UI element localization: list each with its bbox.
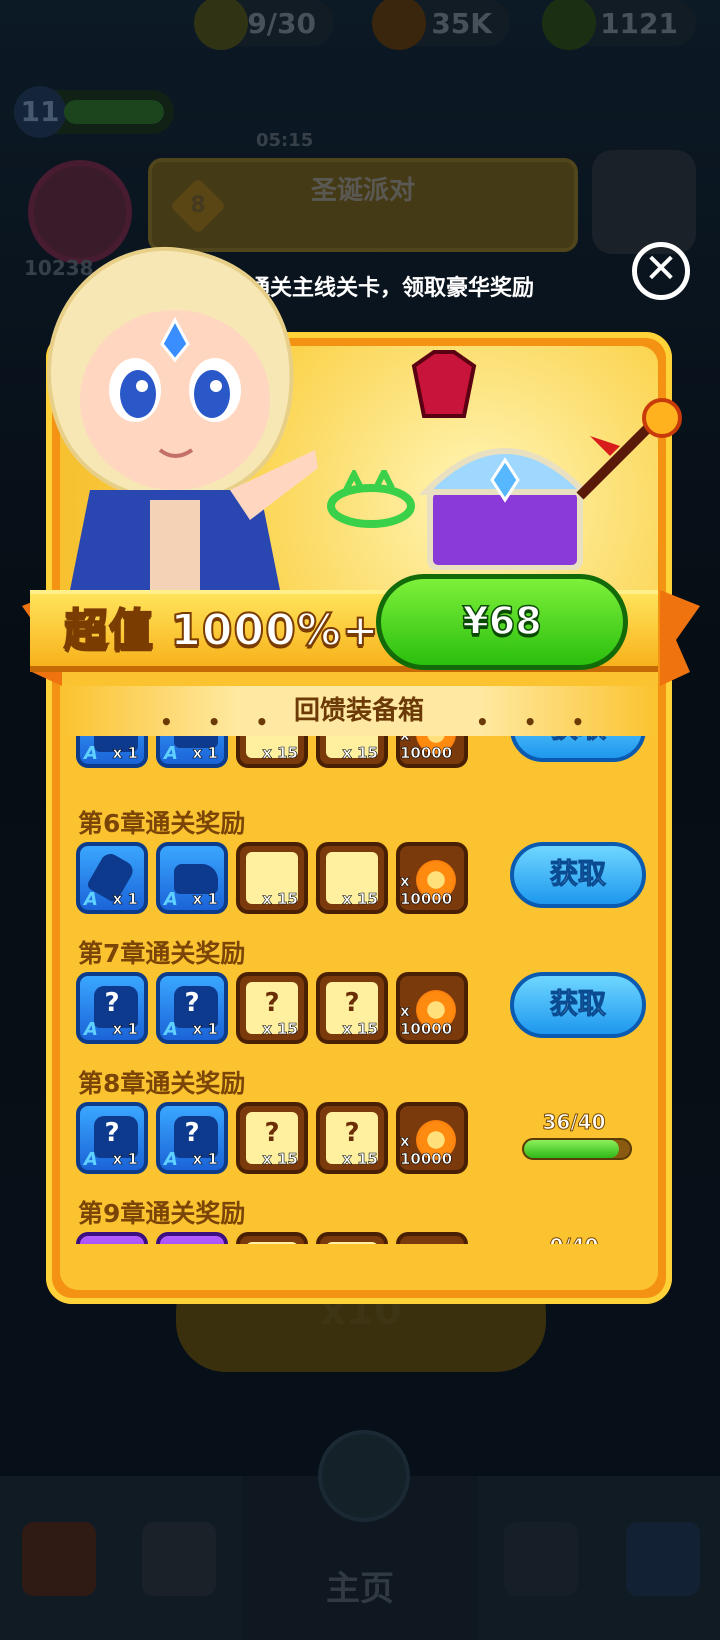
reward-row: ?Ax 1 Ax 1 x 15 x 15 x 10000 获取 bbox=[62, 736, 656, 778]
item-count: x 15 bbox=[342, 890, 378, 909]
section-dots-right: • • • bbox=[476, 710, 599, 734]
rank-tag: A bbox=[84, 889, 98, 910]
mystery-mark: ? bbox=[344, 1118, 360, 1148]
reward-item-coin[interactable]: x 10000 bbox=[396, 842, 468, 914]
reward-item-armor[interactable]: Ax 1 bbox=[156, 842, 228, 914]
item-count: x 1 bbox=[192, 744, 218, 763]
reward-list[interactable]: ?Ax 1 Ax 1 x 15 x 15 x 10000 获取 第6章通关奖励 … bbox=[62, 736, 656, 1244]
mystery-mark: ? bbox=[344, 988, 360, 1018]
item-count: x 15 bbox=[262, 744, 298, 763]
item-count: x 1 bbox=[192, 1150, 218, 1169]
reward-item-scroll[interactable] bbox=[316, 1232, 388, 1244]
row-title: 第6章通关奖励 bbox=[78, 809, 246, 838]
item-count: x 1 bbox=[112, 890, 138, 909]
item-count: x 1 bbox=[112, 1150, 138, 1169]
reward-item-coin[interactable] bbox=[396, 1232, 468, 1244]
reward-item-scroll[interactable]: ? x 15 bbox=[316, 972, 388, 1044]
reward-row-chapter-8: 第8章通关奖励 ? Ax 1 ? Ax 1 ? x 15 ? x 15 x 10000 … bbox=[62, 1060, 656, 1184]
reward-item-coin[interactable]: x 10000 bbox=[396, 972, 468, 1044]
item-count: x 15 bbox=[262, 1150, 298, 1169]
close-icon[interactable]: ✕ bbox=[632, 242, 690, 300]
reward-item-scroll[interactable]: ? x 15 bbox=[236, 1102, 308, 1174]
reward-item-armor[interactable]: ? Ax 1 bbox=[76, 972, 148, 1044]
item-count: x 1 bbox=[192, 890, 218, 909]
rank-tag: A bbox=[84, 1149, 98, 1170]
scroll-icon bbox=[246, 1242, 298, 1244]
buy-button[interactable]: ¥68 bbox=[376, 574, 628, 670]
hero-character-image bbox=[47, 246, 318, 590]
progress-bar bbox=[522, 1138, 632, 1160]
reward-item-armor[interactable]: ? Ax 1 bbox=[156, 1102, 228, 1174]
reward-item-armor[interactable]: ? Ax 1 bbox=[76, 1102, 148, 1174]
item-count: x 15 bbox=[342, 744, 378, 763]
reward-item-armor[interactable]: Ax 1 bbox=[156, 736, 228, 768]
mystery-mark: ? bbox=[80, 736, 144, 742]
item-count: x 15 bbox=[262, 1020, 298, 1039]
item-count: x 10000 bbox=[400, 872, 453, 909]
red-staff-icon bbox=[576, 398, 682, 500]
mystery-mark: ? bbox=[184, 1118, 200, 1148]
item-count: x 15 bbox=[342, 1020, 378, 1039]
reward-item-scroll[interactable]: x 15 bbox=[316, 736, 388, 768]
scroll-icon bbox=[326, 1242, 378, 1244]
item-count: x 1 bbox=[112, 1020, 138, 1039]
reward-item-scroll[interactable] bbox=[236, 1232, 308, 1244]
claim-button[interactable]: 获取 bbox=[510, 972, 646, 1038]
item-count: x 15 bbox=[262, 890, 298, 909]
item-count: x 1 bbox=[112, 744, 138, 763]
rank-tag: A bbox=[164, 1019, 178, 1040]
green-crown-icon bbox=[327, 470, 415, 528]
progress-fill bbox=[524, 1140, 620, 1158]
reward-item-scroll[interactable]: x 15 bbox=[236, 736, 308, 768]
reward-item-armor[interactable] bbox=[76, 1232, 148, 1244]
rank-tag: A bbox=[164, 1149, 178, 1170]
mystery-mark: ? bbox=[184, 988, 200, 1018]
reward-item-scroll[interactable]: ? x 15 bbox=[316, 1102, 388, 1174]
reward-item-armor[interactable]: Ax 1 bbox=[76, 842, 148, 914]
mystery-mark: ? bbox=[264, 988, 280, 1018]
mystery-mark: ? bbox=[264, 1118, 280, 1148]
reward-row-chapter-9: 第9章通关奖励 0/40 bbox=[62, 1190, 656, 1244]
mystery-mark: ? bbox=[104, 988, 120, 1018]
reward-item-scroll[interactable]: x 15 bbox=[236, 842, 308, 914]
row-title: 第9章通关奖励 bbox=[78, 1199, 246, 1228]
reward-row-chapter-7: 第7章通关奖励 ? Ax 1 ? Ax 1 ? x 15 ? x 15 x 10000 … bbox=[62, 930, 656, 1054]
item-count: x 15 bbox=[342, 1150, 378, 1169]
reward-item-scroll[interactable]: ? x 15 bbox=[236, 972, 308, 1044]
red-armor-icon bbox=[411, 350, 477, 418]
reward-row-chapter-6: 第6章通关奖励 Ax 1 Ax 1 x 15 x 15 x 10000 获取 bbox=[62, 800, 656, 924]
progress-label: 0/40 bbox=[514, 1234, 634, 1245]
reward-item-coin[interactable]: x 10000 bbox=[396, 736, 468, 768]
row-title: 第7章通关奖励 bbox=[78, 939, 246, 968]
rank-tag: A bbox=[84, 1019, 98, 1040]
progress-label: 36/40 bbox=[542, 1110, 606, 1135]
item-count: x 10000 bbox=[400, 1132, 453, 1169]
row-title: 第8章通关奖励 bbox=[78, 1069, 246, 1098]
reward-item-armor[interactable] bbox=[156, 1232, 228, 1244]
reward-item-armor[interactable]: ? Ax 1 bbox=[156, 972, 228, 1044]
rank-tag: A bbox=[164, 743, 178, 764]
claim-button[interactable]: 获取 bbox=[510, 842, 646, 908]
mystery-mark: ? bbox=[104, 1118, 120, 1148]
item-count: x 10000 bbox=[400, 736, 453, 762]
value-text: 超值 1000%+ bbox=[63, 604, 380, 657]
claim-button[interactable]: 获取 bbox=[510, 736, 646, 762]
reward-item-armor[interactable]: ?Ax 1 bbox=[76, 736, 148, 768]
section-dots-left: • • • bbox=[160, 710, 283, 734]
reward-item-coin[interactable]: x 10000 bbox=[396, 1102, 468, 1174]
rank-tag: A bbox=[84, 743, 98, 764]
reward-item-scroll[interactable]: x 15 bbox=[316, 842, 388, 914]
item-count: x 1 bbox=[192, 1020, 218, 1039]
item-count: x 10000 bbox=[400, 1002, 453, 1039]
rank-tag: A bbox=[164, 889, 178, 910]
treasure-chest-image bbox=[420, 448, 590, 570]
